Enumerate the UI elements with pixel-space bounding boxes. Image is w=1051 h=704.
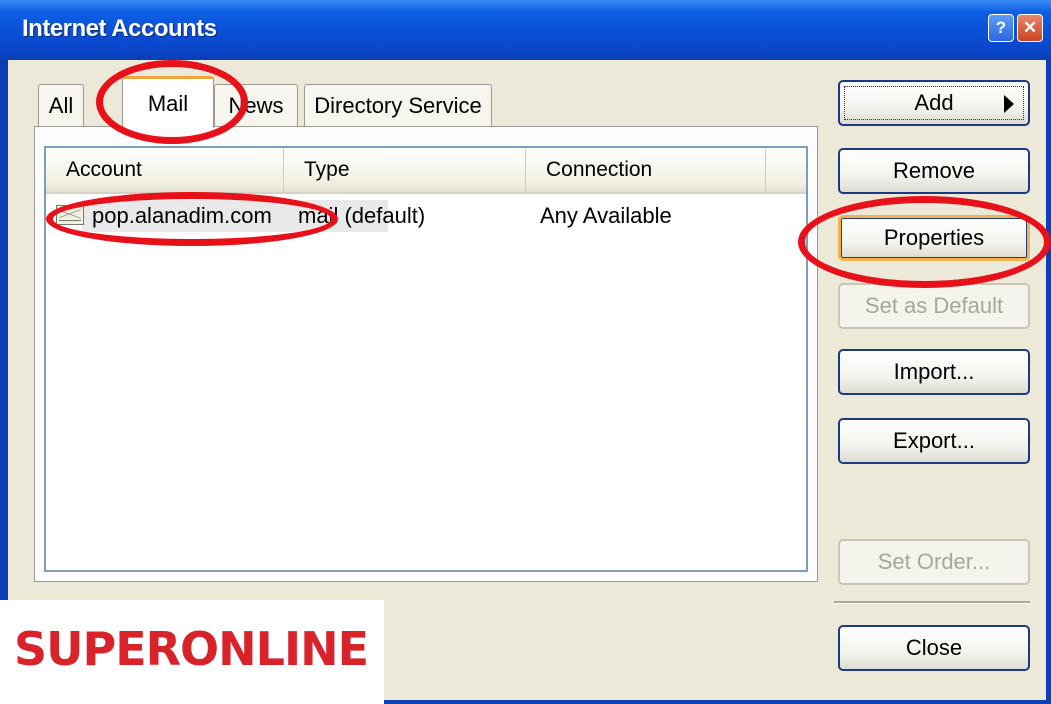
superonline-logo: SUPERONLINE (0, 600, 384, 704)
column-header-type[interactable]: Type (284, 148, 526, 192)
tab-all[interactable]: All (38, 84, 84, 126)
mail-account-icon (56, 205, 84, 225)
column-header-account[interactable]: Account (46, 148, 284, 192)
tab-directory-service[interactable]: Directory Service (304, 84, 492, 126)
column-header-connection[interactable]: Connection (526, 148, 766, 192)
tab-news[interactable]: News (214, 84, 298, 126)
window-title: Internet Accounts (22, 15, 217, 42)
tab-mail[interactable]: Mail (122, 76, 214, 128)
account-type: mail (default) (298, 203, 426, 228)
add-button[interactable]: Add (838, 80, 1030, 126)
set-as-default-button[interactable]: Set as Default (838, 283, 1030, 329)
submenu-arrow-icon (1004, 95, 1014, 113)
import-button[interactable]: Import... (838, 349, 1030, 395)
export-button[interactable]: Export... (838, 418, 1030, 464)
list-header: Account Type Connection (46, 148, 806, 194)
set-order-button[interactable]: Set Order... (838, 539, 1030, 585)
account-name: pop.alanadim.com (92, 203, 272, 228)
help-button[interactable]: ? (988, 14, 1014, 42)
title-bar[interactable]: Internet Accounts ? ✕ (0, 0, 1051, 60)
account-row[interactable]: pop.alanadim.com mail (default) Any Avai… (46, 198, 806, 234)
logo-text: SUPERONLINE (14, 622, 369, 676)
add-button-label: Add (914, 90, 954, 115)
account-connection: Any Available (540, 203, 672, 228)
properties-button[interactable]: Properties (838, 215, 1030, 261)
remove-button[interactable]: Remove (838, 148, 1030, 194)
close-window-button[interactable]: ✕ (1017, 14, 1043, 42)
separator-line (834, 601, 1030, 604)
accounts-list[interactable]: Account Type Connection pop.alanadim.com… (44, 146, 808, 572)
close-button[interactable]: Close (838, 625, 1030, 671)
